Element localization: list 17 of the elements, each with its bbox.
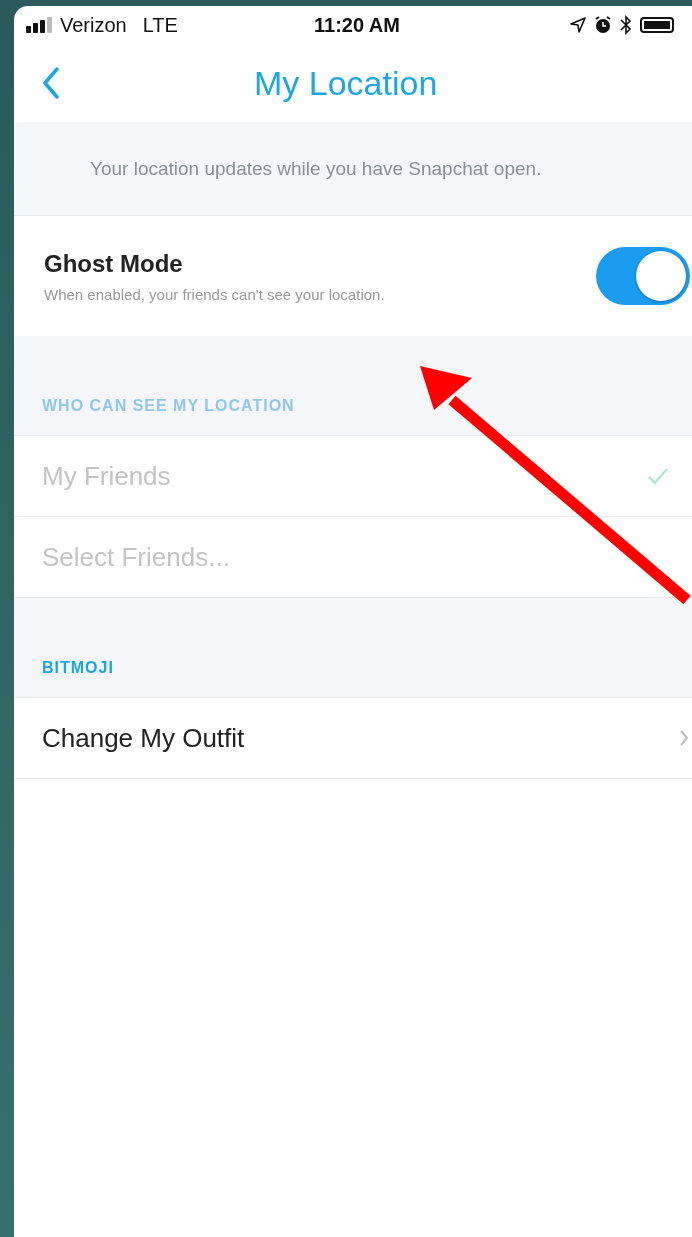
alarm-clock-icon xyxy=(594,16,612,34)
section-header: WHO CAN SEE MY LOCATION xyxy=(42,397,295,415)
ghost-mode-toggle[interactable] xyxy=(596,247,690,305)
carrier-name: Verizon xyxy=(60,13,127,37)
section-header: BITMOJI xyxy=(42,659,114,677)
status-time: 11:20 AM xyxy=(314,13,400,37)
info-text: Your location updates while you have Snapchat open. xyxy=(90,157,542,180)
bluetooth-icon xyxy=(620,15,632,35)
screen-title: My Location xyxy=(254,63,438,103)
signal-icon xyxy=(26,17,54,33)
battery-icon xyxy=(640,17,674,33)
network-type: LTE xyxy=(142,13,178,37)
list-item[interactable]: Change My Outfit xyxy=(14,698,692,779)
chevron-right-icon xyxy=(679,729,689,747)
location-arrow-icon xyxy=(570,17,586,33)
ghost-mode-label: Ghost Mode xyxy=(44,249,184,278)
ghost-mode-description: When enabled, your friends can't see your location. xyxy=(44,285,386,303)
